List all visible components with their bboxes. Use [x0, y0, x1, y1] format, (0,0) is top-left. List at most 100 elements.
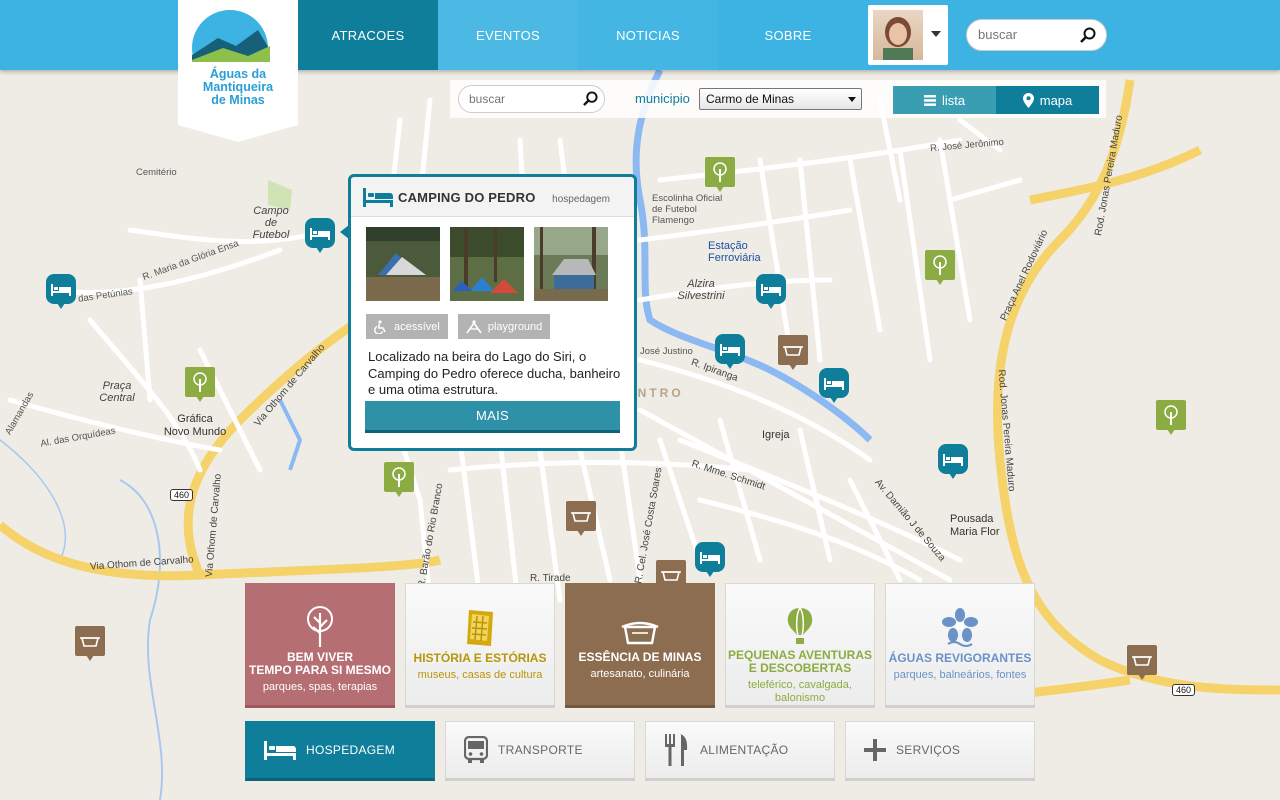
search-icon[interactable]: [583, 91, 598, 106]
bed-icon: [761, 284, 781, 296]
map-marker-bem-viver[interactable]: [1156, 400, 1186, 435]
service-hospedagem[interactable]: HOSPEDAGEM: [245, 721, 435, 781]
tile-title: HISTÓRIA E ESTÓRIAS: [413, 651, 547, 665]
service-servicos[interactable]: SERVIÇOS: [845, 721, 1035, 781]
popup-header: CAMPING DO PEDRO hospedagem: [351, 177, 634, 217]
water-flower-icon: [942, 592, 978, 648]
bed-icon: [824, 378, 844, 390]
map-label-grafica: Gráfica Novo Mundo: [163, 413, 227, 438]
map-search-input[interactable]: [469, 92, 579, 106]
place-popup: CAMPING DO PEDRO hospedagem acessível pl…: [340, 174, 637, 451]
street-jose-justino: José Justino: [640, 346, 693, 357]
bus-icon: [464, 736, 488, 763]
wheelchair-icon: [374, 319, 386, 334]
map-marker-hospedagem[interactable]: [46, 274, 76, 309]
pot-icon: [620, 591, 660, 647]
tile-title: ÁGUAS REVIGORANTES: [888, 651, 1032, 665]
chevron-down-icon: [848, 97, 856, 102]
tag-acessivel: acessível: [366, 314, 448, 339]
photo-thumbnail[interactable]: [450, 227, 524, 301]
photo-thumbnail[interactable]: [534, 227, 608, 301]
map-marker-hospedagem[interactable]: [305, 218, 335, 253]
map-marker-bem-viver[interactable]: [925, 250, 955, 285]
tag-playground-label: playground: [487, 320, 543, 333]
top-search-input[interactable]: [978, 27, 1078, 42]
tile-aventuras[interactable]: PEQUENAS AVENTURAS E DESCOBERTAS telefér…: [725, 583, 875, 708]
tree-icon: [933, 255, 947, 275]
map-marker-bem-viver[interactable]: [384, 462, 414, 497]
view-lista-button[interactable]: lista: [893, 86, 996, 114]
tree-icon: [305, 591, 335, 647]
service-alimentacao[interactable]: ALIMENTAÇÃO: [645, 721, 835, 781]
more-button[interactable]: MAIS: [365, 401, 620, 433]
map-label-pousada: Pousada Maria Flor: [950, 513, 1000, 538]
map-marker-hospedagem[interactable]: [938, 444, 968, 479]
tile-subtitle: teleférico, cavalgada, balonismo: [748, 679, 852, 704]
bed-icon: [363, 188, 393, 207]
map-marker-hospedagem[interactable]: [756, 274, 786, 309]
view-toggle: lista mapa: [893, 86, 1099, 114]
nav-noticias[interactable]: NOTICIAS: [578, 0, 718, 70]
tile-historia[interactable]: HISTÓRIA E ESTÓRIAS museus, casas de cul…: [405, 583, 555, 708]
nav-eventos[interactable]: EVENTOS: [438, 0, 578, 70]
map-marker-hospedagem[interactable]: [695, 542, 725, 577]
playground-icon: [466, 319, 482, 333]
service-transporte[interactable]: TRANSPORTE: [445, 721, 635, 781]
map-marker-bem-viver[interactable]: [705, 157, 735, 192]
map-label-escolinha: Escolinha Oficial de Futebol Flamengo: [652, 193, 723, 226]
nav-sobre[interactable]: SOBRE: [718, 0, 858, 70]
photo-thumbnail[interactable]: [366, 227, 440, 301]
tile-bem-viver[interactable]: BEM VIVER TEMPO PARA SI MESMO parques, s…: [245, 583, 395, 708]
view-lista-label: lista: [941, 92, 966, 108]
tile-essencia[interactable]: ESSÊNCIA DE MINAS artesanato, culinária: [565, 583, 715, 708]
map-marker-bem-viver[interactable]: [185, 367, 215, 402]
map-marker-hospedagem[interactable]: [819, 368, 849, 403]
pot-icon: [661, 571, 681, 581]
highway-shield-460-a: 460: [170, 489, 194, 501]
tile-subtitle: museus, casas de cultura: [417, 669, 543, 681]
service-label: ALIMENTAÇÃO: [700, 743, 789, 757]
search-icon[interactable]: [1080, 27, 1096, 43]
map-label-alzira: Alzira Silvestrini: [677, 278, 725, 302]
fork-knife-icon: [665, 734, 688, 766]
map-marker-hospedagem[interactable]: [715, 334, 745, 369]
view-mapa-button[interactable]: mapa: [996, 86, 1099, 114]
popup-description: Localizado na beira do Lago do Siri, o C…: [368, 349, 621, 397]
service-label: SERVIÇOS: [896, 743, 961, 757]
user-menu[interactable]: [868, 5, 948, 65]
bed-icon: [310, 228, 330, 240]
popup-tags: acessível playground: [366, 314, 551, 339]
tile-subtitle: parques, balneários, fontes: [893, 669, 1027, 681]
list-icon: [923, 94, 936, 106]
tree-icon: [392, 467, 406, 487]
map-marker-essencia[interactable]: [778, 335, 808, 370]
tile-title: BEM VIVER TEMPO PARA SI MESMO: [248, 650, 391, 677]
tile-title: ESSÊNCIA DE MINAS: [578, 650, 702, 664]
map-label-igreja: Igreja: [762, 429, 790, 441]
map-marker-essencia[interactable]: [75, 626, 105, 661]
pot-icon: [571, 512, 591, 522]
pot-icon: [783, 346, 803, 356]
tree-icon: [193, 372, 207, 392]
bed-icon: [943, 454, 963, 466]
municipio-select[interactable]: Carmo de Minas: [699, 88, 862, 110]
tree-icon: [713, 162, 727, 182]
map-marker-essencia[interactable]: [566, 501, 596, 536]
map-search-box: [458, 85, 605, 113]
nav-atracoes[interactable]: ATRACOES: [298, 0, 438, 70]
mountain-logo-icon: [178, 10, 298, 70]
highway-shield-460-b: 460: [1172, 684, 1196, 696]
popup-photos: [366, 227, 608, 301]
map-label-estacao: Estação Ferroviária: [708, 240, 761, 264]
tile-aguas[interactable]: ÁGUAS REVIGORANTES parques, balneários, …: [885, 583, 1035, 708]
municipio-label: municipio: [635, 91, 690, 106]
map-pin-icon: [1022, 92, 1034, 108]
map-label-cemiterio: Cemitério: [136, 167, 177, 178]
map-marker-essencia[interactable]: [1127, 645, 1157, 680]
category-tiles: BEM VIVER TEMPO PARA SI MESMO parques, s…: [245, 583, 1035, 708]
main-nav: ATRACOES EVENTOS NOTICIAS SOBRE: [298, 0, 858, 70]
site-logo[interactable]: Águas da Mantiqueira de Minas: [178, 0, 298, 142]
bed-icon: [700, 552, 720, 564]
tag-acessivel-label: acessível: [394, 320, 440, 333]
service-label: HOSPEDAGEM: [306, 743, 396, 757]
